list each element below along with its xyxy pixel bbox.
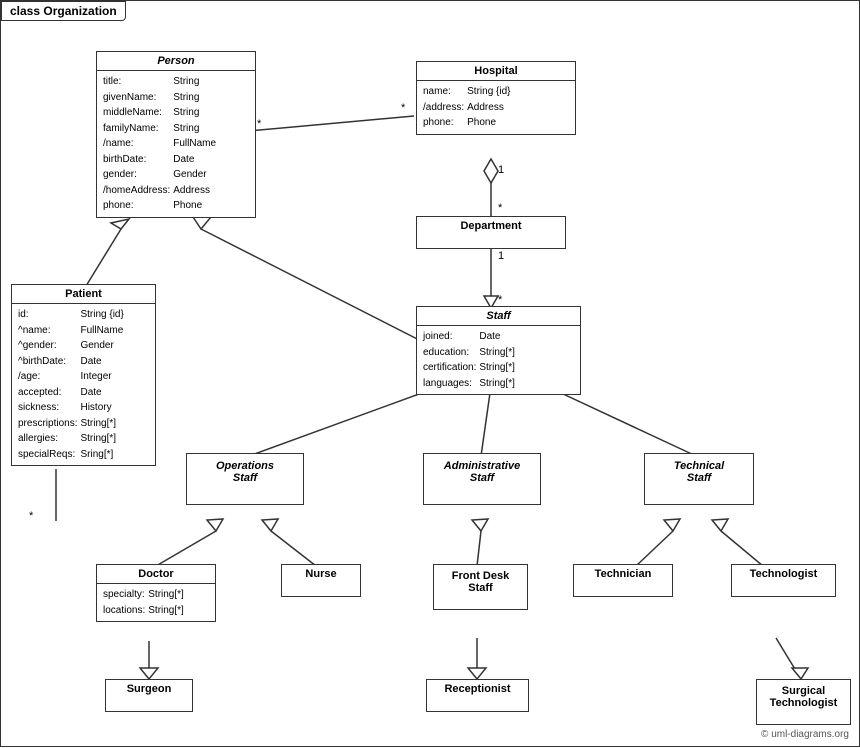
svg-text:1: 1 <box>498 250 504 262</box>
hospital-title: Hospital <box>417 62 575 81</box>
department-class: Department <box>416 216 566 249</box>
surgeon-class: Surgeon <box>105 679 193 712</box>
surgeon-title: Surgeon <box>106 680 192 698</box>
front-desk-staff-title: Front DeskStaff <box>434 565 527 599</box>
diagram-title: class Organization <box>1 1 126 21</box>
technologist-class: Technologist <box>731 564 836 597</box>
technologist-title: Technologist <box>732 565 835 583</box>
receptionist-title: Receptionist <box>427 680 528 698</box>
doctor-title: Doctor <box>97 565 215 584</box>
technician-title: Technician <box>574 565 672 583</box>
doctor-attrs: specialty:String[*] locations:String[*] <box>97 584 215 621</box>
surgical-technologist-title: SurgicalTechnologist <box>757 680 850 714</box>
nurse-class: Nurse <box>281 564 361 597</box>
copyright: © uml-diagrams.org <box>761 729 849 740</box>
staff-title: Staff <box>417 307 580 326</box>
nurse-title: Nurse <box>282 565 360 583</box>
technician-class: Technician <box>573 564 673 597</box>
hospital-attrs: name:String {id} /address:Address phone:… <box>417 81 575 134</box>
svg-text:*: * <box>498 294 503 306</box>
svg-text:*: * <box>257 118 262 130</box>
person-class: Person title:String givenName:String mid… <box>96 51 256 218</box>
svg-text:*: * <box>401 102 406 114</box>
technical-staff-title: TechnicalStaff <box>645 454 753 490</box>
operations-staff-class: OperationsStaff <box>186 453 304 505</box>
patient-attrs: id:String {id} ^name:FullName ^gender:Ge… <box>12 304 155 465</box>
svg-text:*: * <box>498 202 503 214</box>
surgical-technologist-class: SurgicalTechnologist <box>756 679 851 725</box>
diagram-container: class Organization * * 1 * 1 * * <box>0 0 860 747</box>
front-desk-staff-class: Front DeskStaff <box>433 564 528 610</box>
staff-attrs: joined:Date education:String[*] certific… <box>417 326 580 394</box>
receptionist-class: Receptionist <box>426 679 529 712</box>
doctor-class: Doctor specialty:String[*] locations:Str… <box>96 564 216 622</box>
administrative-staff-class: AdministrativeStaff <box>423 453 541 505</box>
department-title: Department <box>417 217 565 235</box>
svg-text:*: * <box>29 510 34 522</box>
svg-text:1: 1 <box>498 164 504 176</box>
person-title: Person <box>97 52 255 71</box>
technical-staff-class: TechnicalStaff <box>644 453 754 505</box>
staff-class: Staff joined:Date education:String[*] ce… <box>416 306 581 395</box>
patient-class: Patient id:String {id} ^name:FullName ^g… <box>11 284 156 466</box>
operations-staff-title: OperationsStaff <box>187 454 303 490</box>
administrative-staff-title: AdministrativeStaff <box>424 454 540 490</box>
person-attrs: title:String givenName:String middleName… <box>97 71 255 217</box>
hospital-class: Hospital name:String {id} /address:Addre… <box>416 61 576 135</box>
patient-title: Patient <box>12 285 155 304</box>
